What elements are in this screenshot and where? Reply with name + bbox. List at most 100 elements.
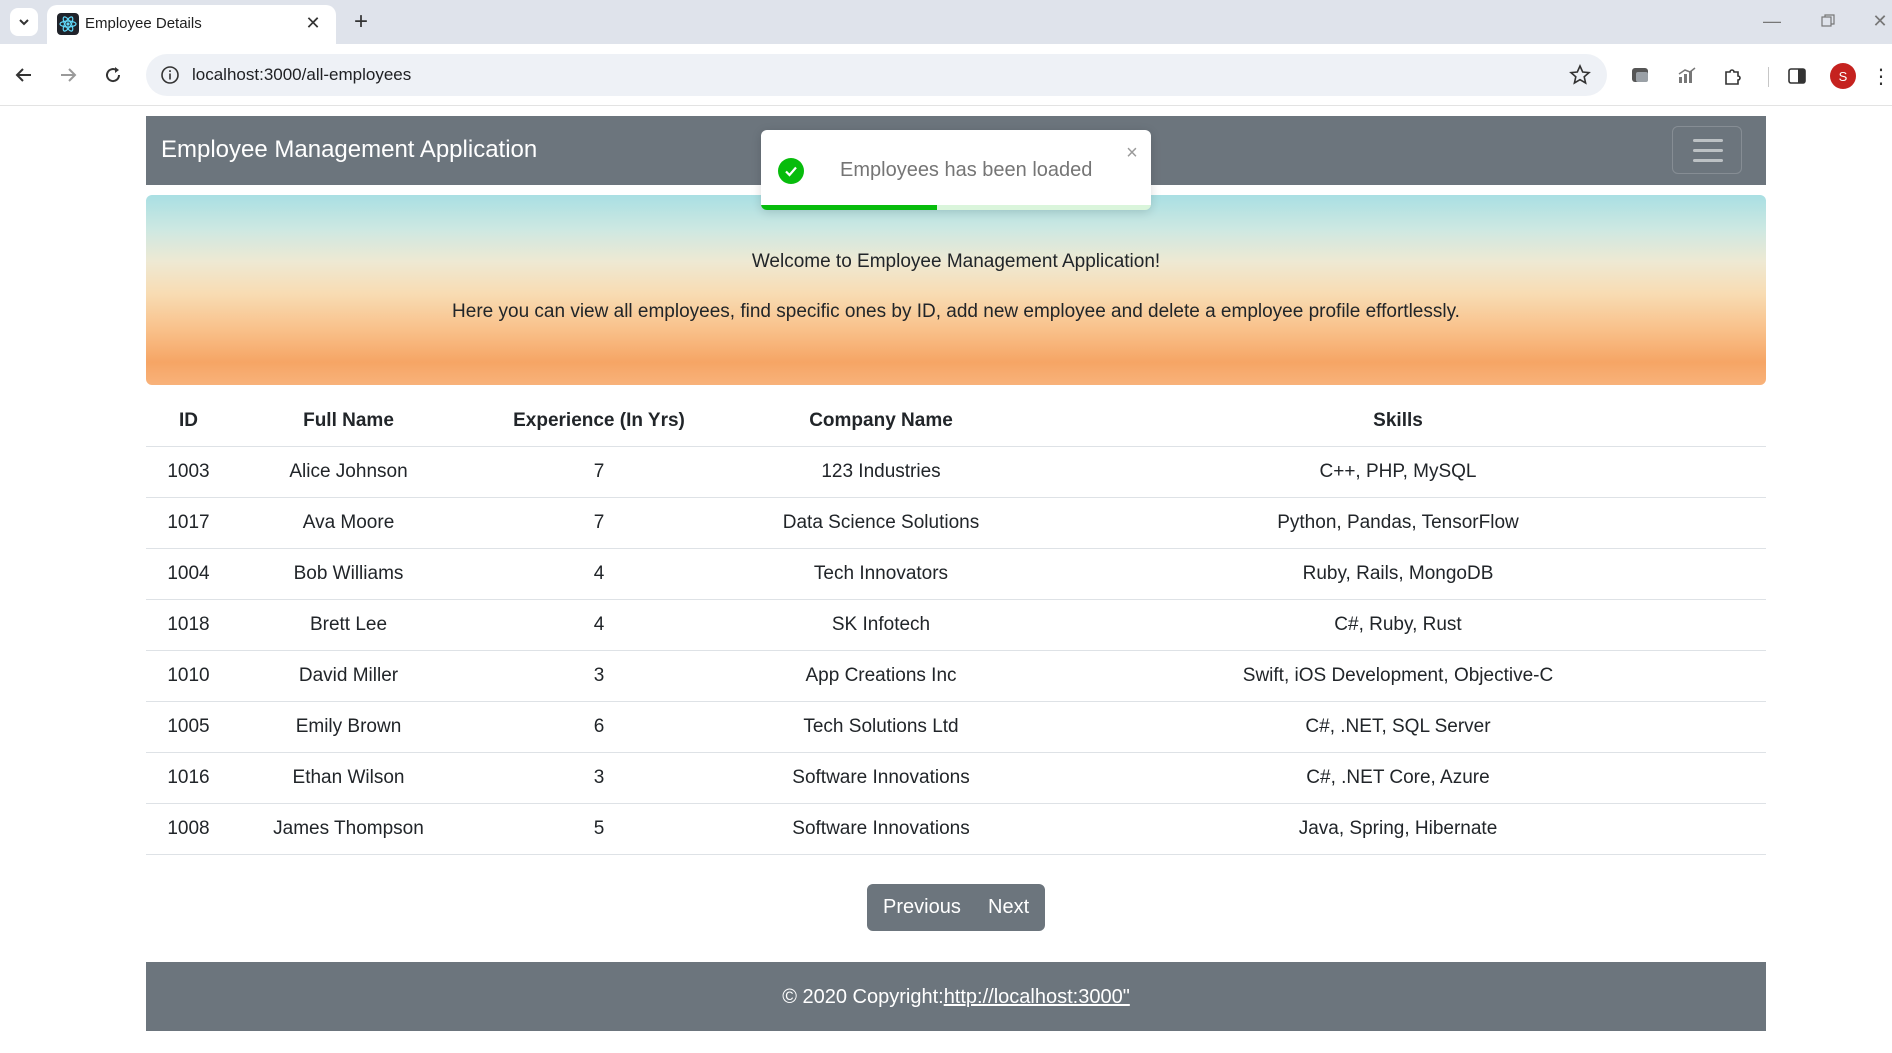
cell-full-name: Alice Johnson xyxy=(231,446,466,498)
cell-id: 1003 xyxy=(146,446,231,498)
cell-experience: 7 xyxy=(466,446,732,498)
cell-company: Software Innovations xyxy=(732,752,1030,804)
cell-full-name: Brett Lee xyxy=(231,599,466,651)
forward-icon[interactable] xyxy=(52,59,84,91)
toolbar-divider xyxy=(1768,67,1769,87)
cell-full-name: James Thompson xyxy=(231,803,466,855)
previous-button[interactable]: Previous xyxy=(883,884,961,931)
browser-toolbar: localhost:3000/all-employees S ⋮ xyxy=(0,44,1892,106)
cell-company: 123 Industries xyxy=(732,446,1030,498)
navbar-toggler-button[interactable] xyxy=(1672,126,1742,174)
cell-experience: 5 xyxy=(466,803,732,855)
cell-skills: C#, .NET, SQL Server xyxy=(1030,701,1766,753)
back-icon[interactable] xyxy=(8,59,40,91)
browser-tabstrip: Employee Details ✕ + — ✕ xyxy=(0,0,1892,44)
cell-skills: Python, Pandas, TensorFlow xyxy=(1030,497,1766,549)
table-row: 1004 Bob Williams 4 Tech Innovators Ruby, Ra… xyxy=(146,548,1766,600)
cell-id: 1017 xyxy=(146,497,231,549)
table-row: 1017 Ava Moore 7 Data Science Solutions Pyth… xyxy=(146,497,1766,549)
profile-avatar[interactable]: S xyxy=(1830,63,1856,89)
hamburger-icon xyxy=(1693,139,1723,142)
cell-company: Software Innovations xyxy=(732,803,1030,855)
app-footer: © 2020 Copyright:http://localhost:3000" xyxy=(146,962,1766,1031)
column-header-experience: Experience (In Yrs) xyxy=(466,397,732,447)
site-info-icon[interactable] xyxy=(160,65,180,85)
employee-table-body: 1003 Alice Johnson 7 123 Industries C++, PHP… xyxy=(146,446,1766,855)
cell-experience: 6 xyxy=(466,701,732,753)
column-header-full-name: Full Name xyxy=(231,397,466,447)
cell-company: App Creations Inc xyxy=(732,650,1030,702)
check-circle-icon xyxy=(778,158,804,184)
cell-full-name: David Miller xyxy=(231,650,466,702)
cell-company: SK Infotech xyxy=(732,599,1030,651)
cell-company: Data Science Solutions xyxy=(732,497,1030,549)
cell-id: 1016 xyxy=(146,752,231,804)
minimize-icon[interactable]: — xyxy=(1760,9,1784,33)
side-panel-icon[interactable] xyxy=(1784,63,1810,89)
tab-search-button[interactable] xyxy=(10,8,38,36)
toast-message: Employees has been loaded xyxy=(840,159,1093,181)
welcome-banner: Welcome to Employee Management Applicati… xyxy=(146,195,1766,385)
table-row: 1003 Alice Johnson 7 123 Industries C++, PHP… xyxy=(146,446,1766,498)
cell-skills: C#, Ruby, Rust xyxy=(1030,599,1766,651)
close-tab-icon[interactable]: ✕ xyxy=(302,12,324,34)
react-logo-icon xyxy=(57,13,79,35)
toast-progress-bar xyxy=(761,205,937,210)
table-row: 1016 Ethan Wilson 3 Software Innovations C#,… xyxy=(146,752,1766,804)
cell-experience: 7 xyxy=(466,497,732,549)
analytics-extension-icon[interactable] xyxy=(1674,63,1700,89)
chevron-down-icon xyxy=(19,19,29,26)
cell-experience: 4 xyxy=(466,548,732,600)
cell-skills: Swift, iOS Development, Objective-C xyxy=(1030,650,1766,702)
cell-experience: 3 xyxy=(466,650,732,702)
welcome-heading: Welcome to Employee Management Applicati… xyxy=(751,251,1161,272)
employee-table: ID Full Name Experience (In Yrs) Company… xyxy=(146,397,1766,855)
navbar-brand[interactable]: Employee Management Application xyxy=(161,136,537,164)
copyright-text: © 2020 Copyright: xyxy=(782,986,944,1008)
table-row: 1010 David Miller 3 App Creations Inc Swift,… xyxy=(146,650,1766,702)
browser-menu-icon[interactable]: ⋮ xyxy=(1871,63,1891,89)
cell-id: 1005 xyxy=(146,701,231,753)
reload-icon[interactable] xyxy=(97,59,129,91)
footer-copyright: © 2020 Copyright:http://localhost:3000" xyxy=(146,986,1766,1009)
cell-id: 1010 xyxy=(146,650,231,702)
cell-full-name: Ethan Wilson xyxy=(231,752,466,804)
cell-company: Tech Solutions Ltd xyxy=(732,701,1030,753)
table-row: 1005 Emily Brown 6 Tech Solutions Ltd C#, .N… xyxy=(146,701,1766,753)
address-bar[interactable]: localhost:3000/all-employees xyxy=(146,54,1607,96)
puzzle-extensions-icon[interactable] xyxy=(1720,63,1746,89)
footer-link[interactable]: http://localhost:3000" xyxy=(944,986,1130,1008)
next-button[interactable]: Next xyxy=(988,884,1029,931)
column-header-company: Company Name xyxy=(732,397,1030,447)
close-window-icon[interactable]: ✕ xyxy=(1868,9,1892,33)
cell-full-name: Bob Williams xyxy=(231,548,466,600)
success-toast[interactable]: Employees has been loaded × xyxy=(761,130,1151,210)
cell-company: Tech Innovators xyxy=(732,548,1030,600)
restore-icon[interactable] xyxy=(1816,9,1840,33)
cell-skills: Ruby, Rails, MongoDB xyxy=(1030,548,1766,600)
toast-close-icon[interactable]: × xyxy=(1123,142,1141,164)
extension-icon[interactable] xyxy=(1628,63,1654,89)
cell-id: 1004 xyxy=(146,548,231,600)
table-row: 1018 Brett Lee 4 SK Infotech C#, Ruby, Rust xyxy=(146,599,1766,651)
cell-id: 1008 xyxy=(146,803,231,855)
cell-skills: C#, .NET Core, Azure xyxy=(1030,752,1766,804)
welcome-description: Here you can view all employees, find sp… xyxy=(452,301,1460,322)
column-header-id: ID xyxy=(146,397,231,447)
cell-experience: 4 xyxy=(466,599,732,651)
cell-full-name: Emily Brown xyxy=(231,701,466,753)
url-text[interactable]: localhost:3000/all-employees xyxy=(192,65,411,85)
bookmark-star-icon[interactable] xyxy=(1569,64,1591,86)
cell-skills: C++, PHP, MySQL xyxy=(1030,446,1766,498)
table-row: 1008 James Thompson 5 Software Innovations J… xyxy=(146,803,1766,855)
pagination: Previous Next xyxy=(867,884,1045,931)
column-header-skills: Skills xyxy=(1030,397,1766,447)
cell-skills: Java, Spring, Hibernate xyxy=(1030,803,1766,855)
table-header-row: ID Full Name Experience (In Yrs) Company… xyxy=(146,397,1766,447)
cell-full-name: Ava Moore xyxy=(231,497,466,549)
cell-experience: 3 xyxy=(466,752,732,804)
browser-tab-active[interactable]: Employee Details ✕ xyxy=(47,5,336,44)
cell-id: 1018 xyxy=(146,599,231,651)
tab-title: Employee Details xyxy=(85,15,202,32)
new-tab-icon[interactable]: + xyxy=(347,8,375,36)
